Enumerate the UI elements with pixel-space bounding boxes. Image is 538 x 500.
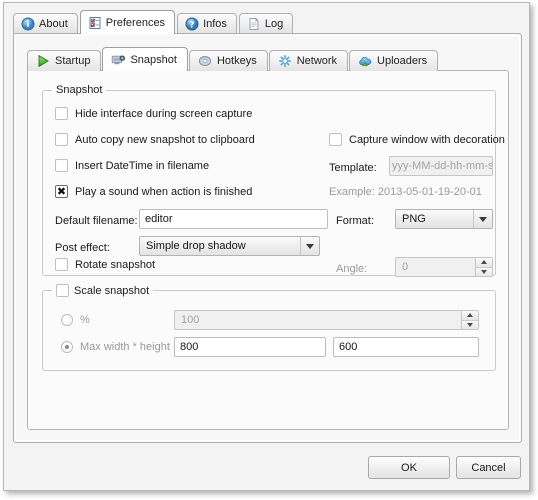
checkbox-box[interactable] xyxy=(55,107,68,120)
tab-uploaders[interactable]: Uploaders xyxy=(349,50,439,71)
template-input[interactable]: yyy-MM-dd-hh-mm-ss xyxy=(389,156,493,176)
outer-tab-bar: About Preferences ? Infos Log xyxy=(13,10,295,34)
spinner-down-icon[interactable] xyxy=(462,319,478,329)
spinner-buttons[interactable] xyxy=(461,311,478,329)
scale-group: Scale snapshot % 100 Max width * height xyxy=(42,284,496,371)
default-filename-input[interactable]: editor xyxy=(139,209,328,229)
play-icon xyxy=(36,54,50,68)
svg-text:?: ? xyxy=(190,20,195,30)
inner-tab-bar: Startup Snapshot Hotkeys Network Uploade… xyxy=(27,47,439,71)
angle-spinner[interactable]: 0 xyxy=(395,257,493,277)
angle-value: 0 xyxy=(402,261,409,273)
template-example: Example: 2013-05-01-19-20-01 xyxy=(329,186,482,198)
tab-startup[interactable]: Startup xyxy=(27,50,102,71)
preferences-panel: Startup Snapshot Hotkeys Network Uploade… xyxy=(13,33,522,443)
tab-network-label: Network xyxy=(296,55,338,67)
star-icon xyxy=(278,54,292,68)
snapshot-group: Snapshot Hide interface during screen ca… xyxy=(42,84,505,277)
snapshot-settings-panel: Snapshot Hide interface during screen ca… xyxy=(27,70,509,430)
scale-group-label: Scale snapshot xyxy=(74,284,150,297)
tab-log-label: Log xyxy=(264,18,284,30)
checkbox-scale-snapshot[interactable] xyxy=(56,284,69,297)
tab-infos[interactable]: ? Infos xyxy=(177,13,237,34)
tab-hotkeys-label: Hotkeys xyxy=(216,55,257,67)
document-icon xyxy=(247,17,261,31)
spinner-down-icon[interactable] xyxy=(476,266,492,276)
radio-box[interactable] xyxy=(61,341,73,353)
checkbox-box[interactable] xyxy=(55,258,68,271)
radio-label: Max width * height xyxy=(80,341,170,353)
ok-button[interactable]: OK xyxy=(368,456,450,479)
max-height-input[interactable]: 600 xyxy=(333,337,479,357)
checkbox-label: Rotate snapshot xyxy=(75,258,156,271)
camera-icon xyxy=(111,53,126,67)
max-width-input[interactable]: 800 xyxy=(174,337,326,357)
radio-label: % xyxy=(80,314,90,326)
checklist-icon xyxy=(88,16,102,30)
checkbox-box[interactable] xyxy=(55,159,68,172)
post-effect-dropdown[interactable]: Simple drop shadow xyxy=(139,236,320,256)
spinner-up-icon[interactable] xyxy=(462,311,478,320)
tab-infos-label: Infos xyxy=(203,18,227,30)
question-circle-icon: ? xyxy=(185,17,199,31)
tab-snapshot-label: Snapshot xyxy=(130,53,177,66)
tab-log[interactable]: Log xyxy=(238,13,294,34)
chevron-down-icon[interactable] xyxy=(300,237,319,255)
checkbox-box[interactable] xyxy=(329,133,342,146)
percent-value: 100 xyxy=(181,314,200,326)
tab-uploaders-label: Uploaders xyxy=(377,55,428,67)
tab-network[interactable]: Network xyxy=(268,50,349,71)
snapshot-group-legend: Snapshot xyxy=(52,84,107,96)
radio-max-width-height[interactable]: Max width * height xyxy=(61,341,170,353)
tab-snapshot[interactable]: Snapshot xyxy=(102,47,188,71)
tab-about-label: About xyxy=(39,18,68,30)
format-label: Format: xyxy=(336,215,374,227)
checkbox-insert-datetime[interactable]: Insert DateTime in filename xyxy=(55,159,209,172)
preferences-window: About Preferences ? Infos Log Startup Sn… xyxy=(3,2,530,491)
checkbox-label: Insert DateTime in filename xyxy=(75,159,210,172)
tab-hotkeys[interactable]: Hotkeys xyxy=(188,50,268,71)
checkbox-capture-window-decoration[interactable]: Capture window with decoration xyxy=(329,133,505,146)
checkbox-box[interactable] xyxy=(55,133,68,146)
post-effect-label: Post effect: xyxy=(55,242,110,254)
checkbox-play-sound[interactable]: Play a sound when action is finished xyxy=(55,185,252,198)
default-filename-label: Default filename: xyxy=(55,215,138,227)
spinner-up-icon[interactable] xyxy=(476,258,492,267)
chevron-down-icon[interactable] xyxy=(473,210,492,228)
disc-icon xyxy=(198,54,212,68)
tab-preferences[interactable]: Preferences xyxy=(79,10,176,34)
info-circle-icon xyxy=(21,17,35,31)
tab-preferences-label: Preferences xyxy=(105,16,166,29)
spinner-buttons[interactable] xyxy=(475,258,492,276)
angle-label: Angle: xyxy=(336,263,368,275)
radio-percent[interactable]: % xyxy=(61,314,90,326)
tab-about[interactable]: About xyxy=(13,13,78,34)
checkbox-hide-interface[interactable]: Hide interface during screen capture xyxy=(55,107,252,120)
post-effect-value: Simple drop shadow xyxy=(146,240,246,252)
cloud-upload-icon xyxy=(358,54,372,68)
template-label: Template: xyxy=(329,162,377,174)
cancel-button[interactable]: Cancel xyxy=(456,456,521,479)
format-value: PNG xyxy=(402,213,426,225)
checkbox-label: Play a sound when action is finished xyxy=(75,185,253,198)
scale-group-legend: Scale snapshot xyxy=(52,284,154,297)
percent-spinner[interactable]: 100 xyxy=(174,310,479,330)
radio-box[interactable] xyxy=(61,314,73,326)
tab-startup-label: Startup xyxy=(55,55,91,67)
checkbox-label: Capture window with decoration xyxy=(349,133,505,146)
checkbox-box[interactable] xyxy=(55,185,68,198)
checkbox-label: Auto copy new snapshot to clipboard xyxy=(75,133,255,146)
checkbox-label: Hide interface during screen capture xyxy=(75,107,253,120)
checkbox-auto-copy-clipboard[interactable]: Auto copy new snapshot to clipboard xyxy=(55,133,255,146)
format-dropdown[interactable]: PNG xyxy=(395,209,493,229)
checkbox-rotate-snapshot[interactable]: Rotate snapshot xyxy=(55,258,155,271)
